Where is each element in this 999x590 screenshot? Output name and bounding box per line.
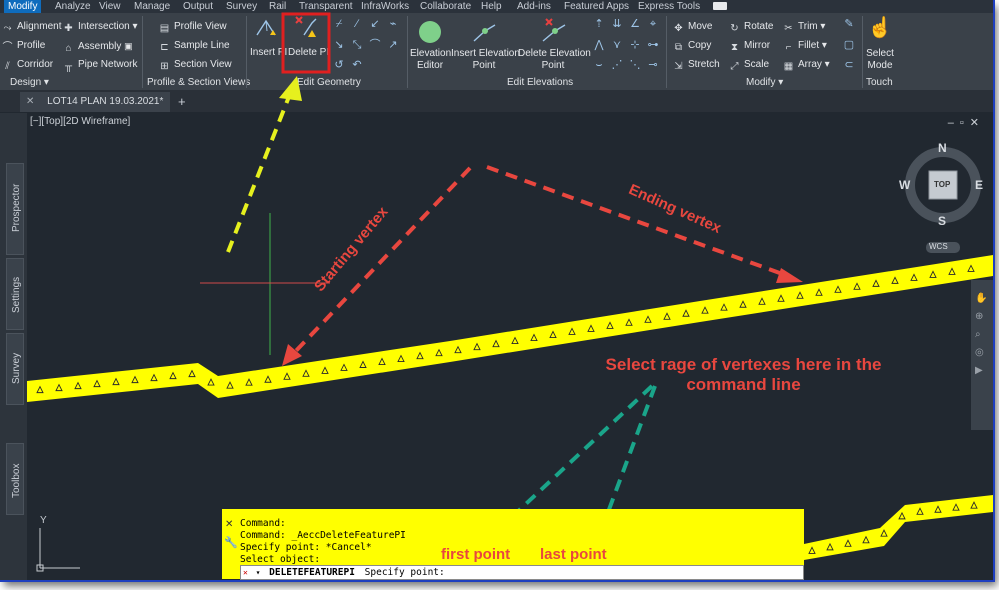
command-history-line: Specify point: *Cancel* <box>240 542 372 553</box>
command-history-line: Command: _AeccDeleteFeaturePI <box>240 530 406 541</box>
wcs-label[interactable]: WCS <box>929 242 948 251</box>
pointer-arrow-delete-pi <box>226 93 292 253</box>
command-history-line: Select object: <box>240 554 321 565</box>
compass-south[interactable]: S <box>938 214 946 228</box>
close-command-line-icon[interactable]: ✕ <box>225 519 233 530</box>
drawing-canvas <box>27 12 993 572</box>
command-input[interactable]: ✕ ▾ DELETEFEATUREPI Specify point: <box>240 565 804 580</box>
compass-west[interactable]: W <box>899 178 910 192</box>
last-point-annotation: last point <box>540 546 607 563</box>
dropdown-arrow-icon[interactable]: ▾ <box>256 568 261 577</box>
arrowhead <box>776 268 803 283</box>
command-prompt: Specify point: <box>364 567 445 578</box>
autocad-window: Modify Analyze View Manage Output Survey… <box>0 0 993 580</box>
viewcube-top-label[interactable]: TOP <box>934 180 950 189</box>
delete-pi-highlight-box <box>281 12 331 74</box>
command-history-line: Command: <box>240 518 286 529</box>
ucs-y-label: Y <box>40 515 47 526</box>
arrow-to-starting-vertex <box>291 166 472 356</box>
active-command-name: DELETEFEATUREPI <box>269 567 355 578</box>
compass-north[interactable]: N <box>938 141 947 155</box>
recent-commands-icon[interactable]: ✕ <box>243 568 248 577</box>
navbar-icons[interactable]: ✋ ⊕ ⌕ ◎ ▶ <box>975 290 987 380</box>
customize-wrench-icon[interactable]: 🔧 <box>224 536 238 549</box>
first-point-annotation: first point <box>441 546 511 563</box>
arrowhead <box>279 76 302 101</box>
select-range-annotation: Select rage of vertexes here in the comm… <box>605 355 882 394</box>
compass-east[interactable]: E <box>975 178 983 192</box>
